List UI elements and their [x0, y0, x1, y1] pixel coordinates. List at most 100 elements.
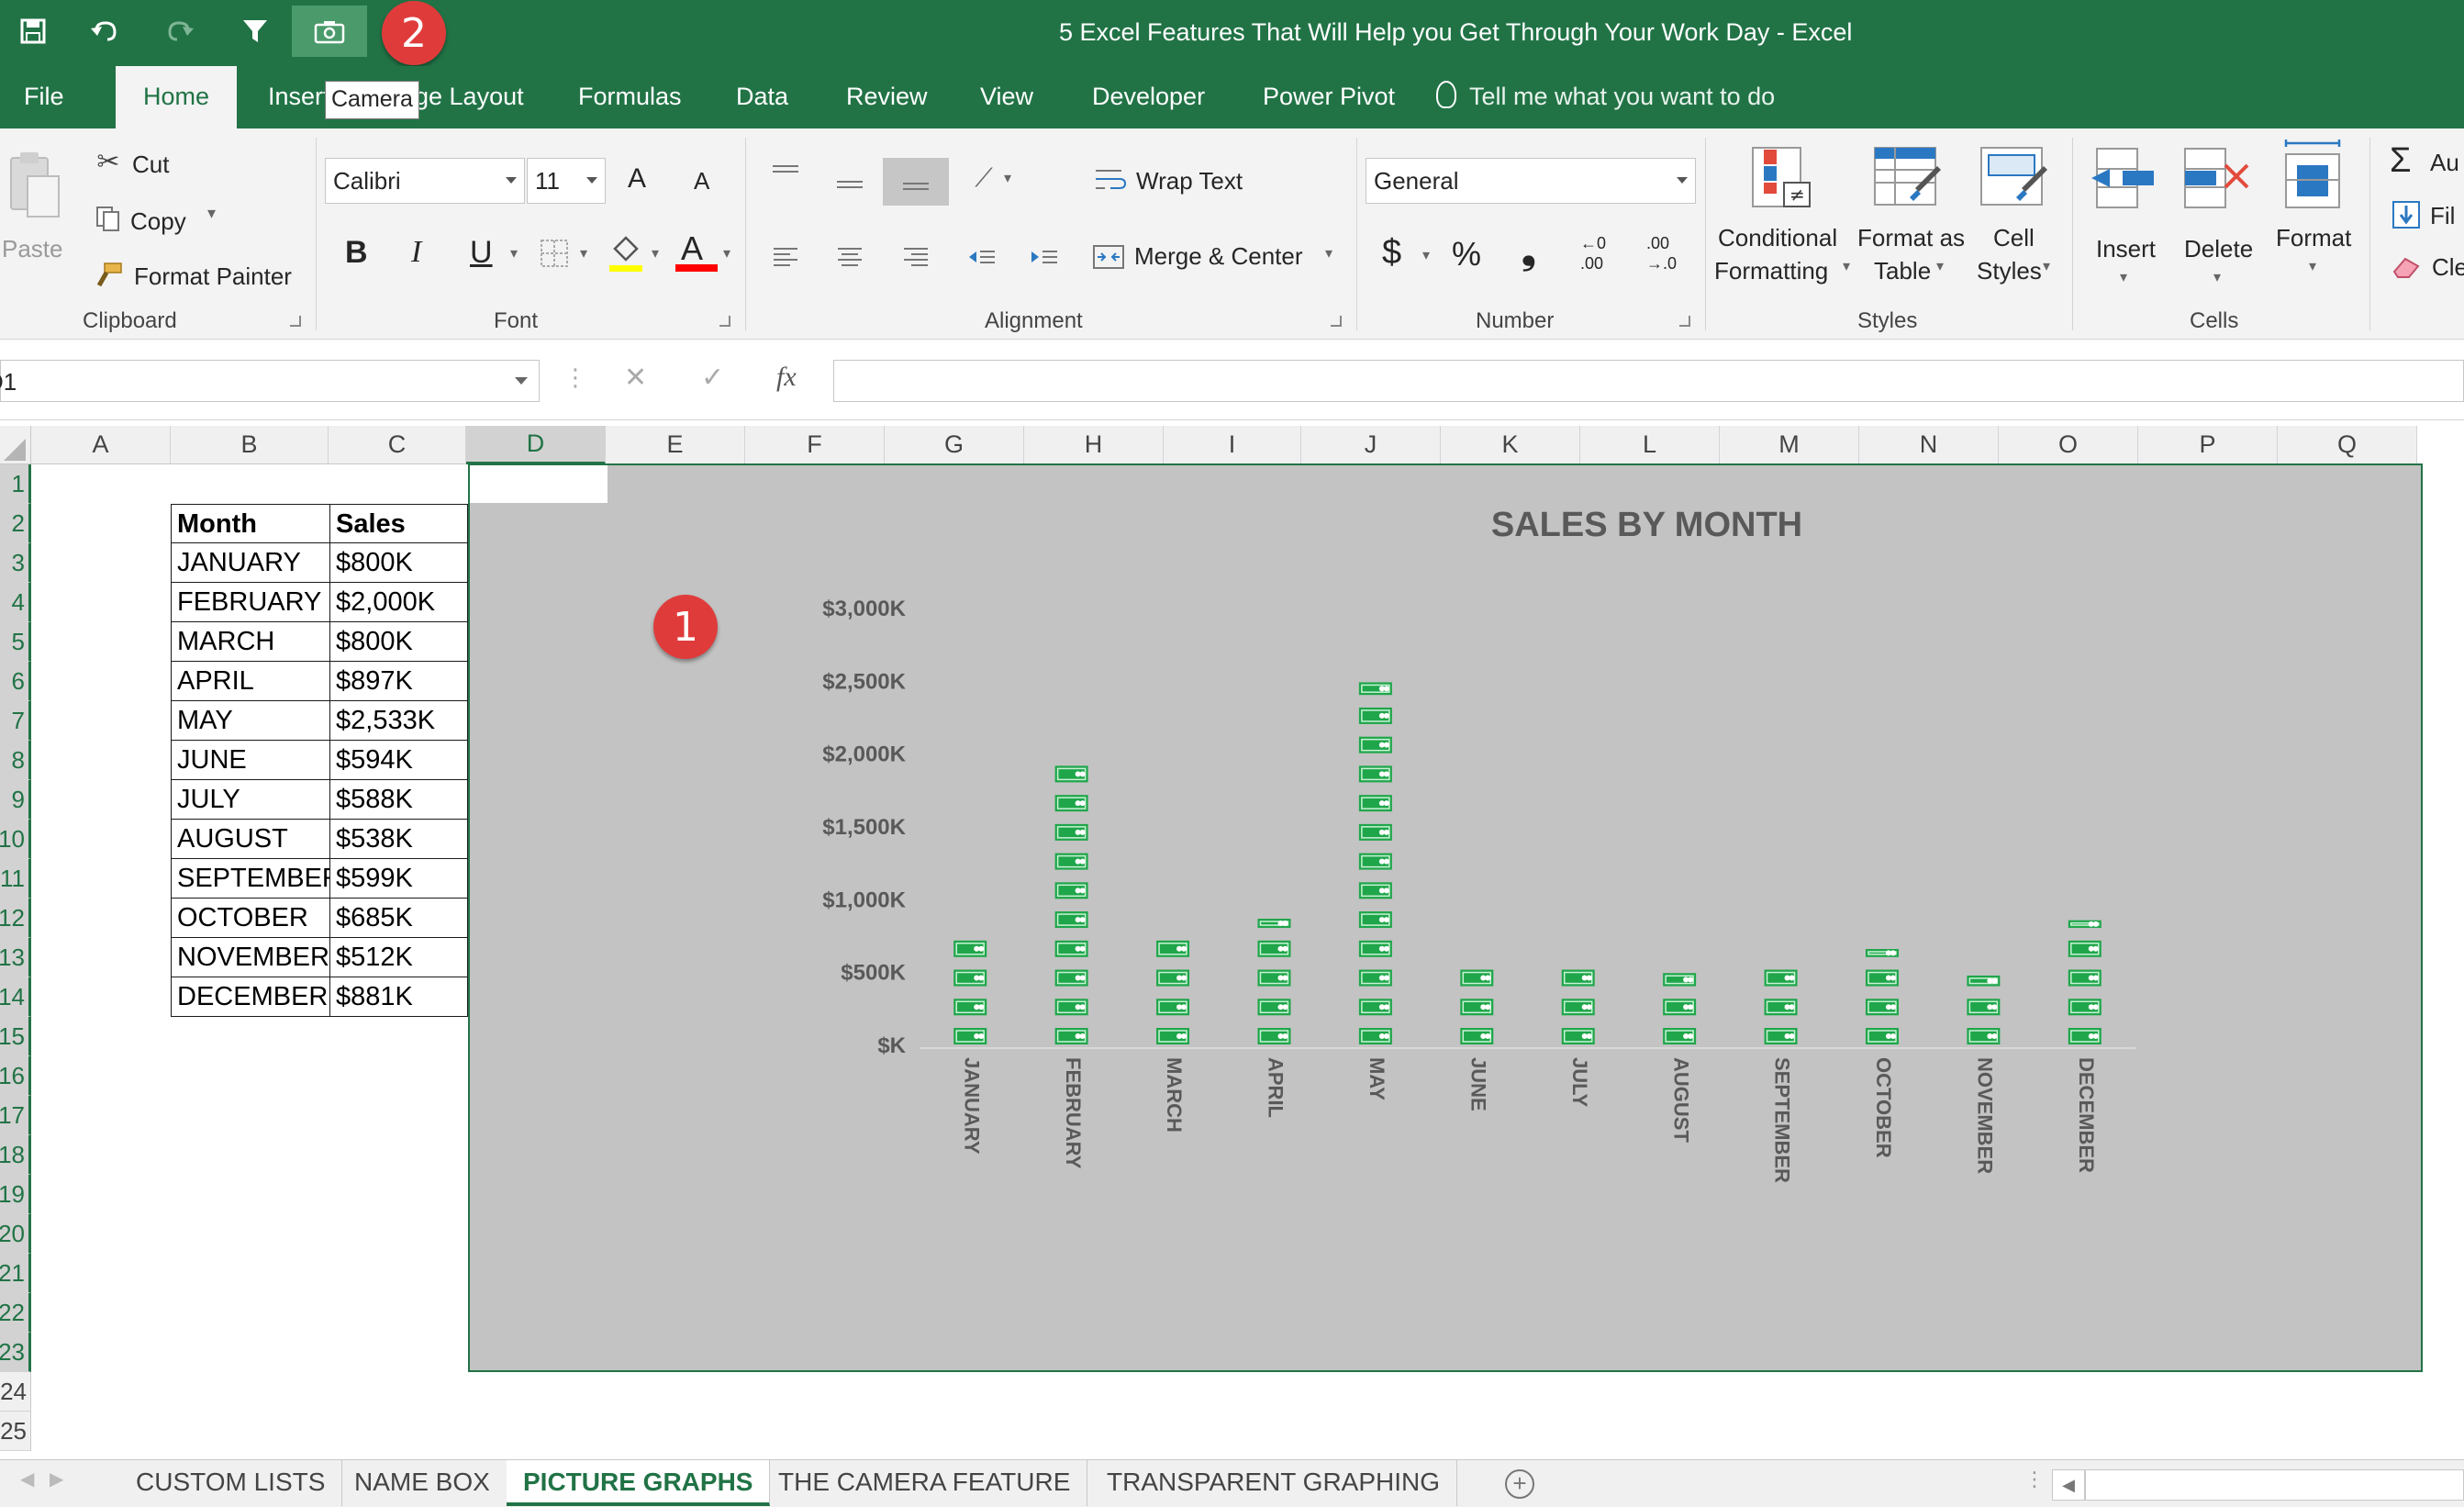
tab-review[interactable]: Review [846, 83, 928, 111]
tab-file[interactable]: File [24, 83, 64, 111]
row-header-20[interactable]: 20 [0, 1214, 31, 1254]
row-header-2[interactable]: 2 [0, 504, 31, 543]
column-header-j[interactable]: J [1301, 426, 1441, 464]
sheet-prev-icon[interactable]: ◀ [20, 1468, 34, 1490]
cut-button[interactable]: Cut [132, 151, 169, 179]
column-header-f[interactable]: F [745, 426, 885, 464]
column-header-m[interactable]: M [1720, 426, 1859, 464]
fill-color-dropdown-icon[interactable]: ▾ [652, 244, 659, 262]
merge-dropdown-icon[interactable]: ▾ [1325, 244, 1332, 262]
table-cell[interactable]: $599K [330, 859, 468, 899]
horizontal-scrollbar[interactable] [2085, 1469, 2464, 1501]
orientation-icon[interactable]: ⟋ [964, 160, 1004, 196]
fx-icon[interactable]: fx [776, 362, 797, 393]
underline-button[interactable]: U [470, 235, 493, 271]
table-cell[interactable]: $588K [330, 780, 468, 820]
number-format-combo[interactable]: General [1366, 158, 1696, 204]
borders-dropdown-icon[interactable]: ▾ [580, 244, 587, 262]
table-cell[interactable]: $2,533K [330, 701, 468, 741]
row-header-18[interactable]: 18 [0, 1135, 31, 1175]
row-header-7[interactable]: 7 [0, 701, 31, 741]
table-cell[interactable]: $512K [330, 938, 468, 977]
table-cell[interactable]: DECEMBER [171, 977, 330, 1017]
currency-button[interactable]: $ [1382, 233, 1401, 273]
row-header-13[interactable]: 13 [0, 938, 31, 977]
column-header-e[interactable]: E [606, 426, 745, 464]
table-cell[interactable]: $800K [330, 622, 468, 662]
column-header-b[interactable]: B [171, 426, 329, 464]
table-cell[interactable]: $2,000K [330, 583, 468, 622]
italic-button[interactable]: I [411, 235, 421, 270]
row-header-14[interactable]: 14 [0, 977, 31, 1017]
camera-picture[interactable]: SALES BY MONTH $K $500K $1,000K $1,500K $2,00… [468, 463, 2423, 1372]
table-cell[interactable]: MARCH [171, 622, 330, 662]
table-header-cell[interactable]: Month [171, 504, 330, 543]
grow-font-button[interactable]: A [628, 163, 646, 195]
column-header-k[interactable]: K [1441, 426, 1580, 464]
increase-decimal-button[interactable]: ←0.00 [1580, 233, 1606, 273]
align-center-icon[interactable] [831, 239, 868, 275]
active-cell-d1[interactable] [470, 465, 608, 503]
table-cell[interactable]: JUNE [171, 741, 330, 780]
table-cell[interactable]: JULY [171, 780, 330, 820]
cell-styles-label-2[interactable]: Styles [1977, 257, 2042, 285]
select-all-button[interactable] [0, 426, 31, 464]
cancel-icon[interactable]: ✕ [624, 362, 647, 394]
column-header-h[interactable]: H [1024, 426, 1164, 464]
table-cell[interactable]: $538K [330, 820, 468, 859]
tab-formulas[interactable]: Formulas [578, 83, 682, 111]
tab-data[interactable]: Data [736, 83, 788, 111]
table-cell[interactable]: $881K [330, 977, 468, 1017]
fill-button[interactable]: Fil [2430, 202, 2455, 230]
row-header-8[interactable]: 8 [0, 741, 31, 780]
merge-center-button[interactable]: Merge & Center [1134, 242, 1303, 271]
sheet-next-icon[interactable]: ▶ [50, 1468, 63, 1490]
font-size-combo[interactable]: 11 [527, 158, 606, 204]
column-header-o[interactable]: O [1999, 426, 2138, 464]
column-header-q[interactable]: Q [2278, 426, 2417, 464]
row-header-4[interactable]: 4 [0, 583, 31, 622]
row-header-19[interactable]: 19 [0, 1175, 31, 1214]
row-header-25[interactable]: 25 [0, 1412, 31, 1451]
percent-button[interactable]: % [1452, 235, 1481, 273]
fill-color-icon[interactable] [606, 231, 646, 273]
table-cell[interactable]: NOVEMBER [171, 938, 330, 977]
row-header-16[interactable]: 16 [0, 1056, 31, 1096]
column-header-p[interactable]: P [2138, 426, 2278, 464]
table-cell[interactable]: $685K [330, 899, 468, 938]
font-color-dropdown-icon[interactable]: ▾ [723, 244, 730, 262]
row-header-24[interactable]: 24 [0, 1372, 31, 1412]
format-cells-button[interactable]: Format [2276, 224, 2351, 252]
delete-dropdown-icon[interactable]: ▾ [2213, 268, 2221, 286]
table-cell[interactable]: OCTOBER [171, 899, 330, 938]
tab-split-grip[interactable]: ⋮ [2024, 1468, 2045, 1491]
row-header-3[interactable]: 3 [0, 543, 31, 583]
name-box[interactable]: D1 [0, 360, 540, 402]
table-cell[interactable]: AUGUST [171, 820, 330, 859]
autosum-button[interactable]: Au [2430, 149, 2459, 177]
conditional-formatting-label-2[interactable]: Formatting [1714, 257, 1828, 285]
camera-icon[interactable] [292, 6, 367, 57]
table-cell[interactable]: $800K [330, 543, 468, 583]
tab-home[interactable]: Home [116, 66, 238, 128]
column-header-i[interactable]: I [1164, 426, 1301, 464]
table-cell[interactable]: $897K [330, 662, 468, 701]
sheet-tab-the-camera-feature[interactable]: THE CAMERA FEATURE [762, 1460, 1088, 1506]
decrease-indent-icon[interactable] [962, 239, 1000, 275]
delete-cells-button[interactable]: Delete [2184, 235, 2253, 263]
cell-styles-button[interactable]: Cell [1993, 224, 2035, 252]
row-header-15[interactable]: 15 [0, 1017, 31, 1056]
font-name-combo[interactable]: Calibri [325, 158, 525, 204]
table-cell[interactable]: SEPTEMBER [171, 859, 330, 899]
bold-button[interactable]: B [345, 235, 368, 271]
tab-power-pivot[interactable]: Power Pivot [1263, 83, 1395, 111]
format-table-dropdown-icon[interactable]: ▾ [1936, 257, 1944, 275]
format-painter-button[interactable]: Format Painter [134, 262, 292, 291]
font-color-button[interactable]: A [681, 229, 703, 268]
copy-dropdown-icon[interactable]: ▾ [207, 204, 216, 223]
tab-developer[interactable]: Developer [1092, 83, 1205, 111]
column-header-a[interactable]: A [31, 426, 171, 464]
copy-button[interactable]: Copy [130, 207, 186, 236]
sheet-tab-name-box[interactable]: NAME BOX [338, 1460, 507, 1506]
tab-view[interactable]: View [980, 83, 1033, 111]
